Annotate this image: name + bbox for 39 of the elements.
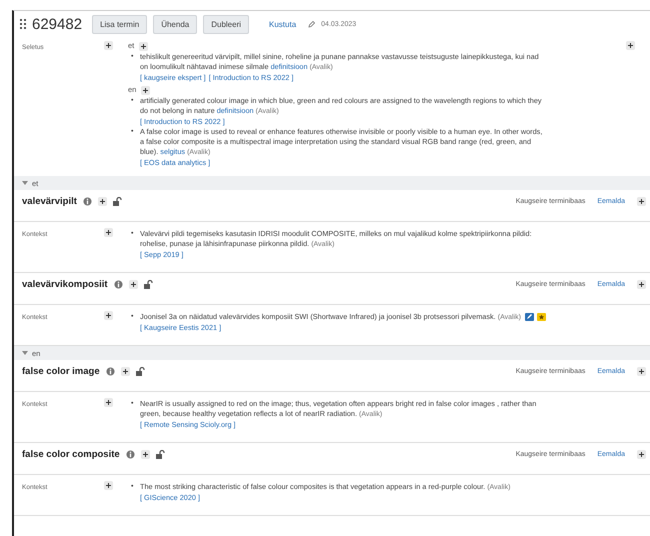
add-button[interactable] [104, 41, 113, 50]
collapse-caret-icon[interactable] [22, 181, 28, 185]
unlocked-padlock-icon[interactable] [156, 450, 166, 459]
info-icon[interactable] [114, 280, 123, 289]
edit-icon[interactable] [524, 313, 534, 322]
drag-handle-icon[interactable] [20, 19, 26, 29]
add-button[interactable] [128, 280, 138, 289]
add-button[interactable] [637, 280, 646, 289]
add-button[interactable] [637, 367, 646, 376]
star-icon[interactable] [536, 313, 546, 322]
add-button[interactable] [637, 197, 646, 206]
info-icon[interactable] [126, 450, 135, 459]
info-icon[interactable] [82, 197, 92, 206]
toolbar-button[interactable]: Dubleeri [203, 14, 250, 34]
term-name: false color image [22, 366, 100, 377]
term-name: valevärvipilt [22, 196, 77, 207]
add-button[interactable] [637, 450, 646, 459]
add-button[interactable] [141, 86, 150, 94]
edit-icon [308, 20, 316, 28]
add-button[interactable] [120, 367, 130, 376]
add-button[interactable] [626, 41, 635, 50]
unlocked-padlock-icon[interactable] [112, 197, 123, 206]
concept-id: 629482 [32, 16, 82, 32]
term-name: valevärvikomposiit [22, 279, 108, 290]
add-button[interactable] [98, 197, 107, 206]
add-button[interactable] [104, 481, 113, 490]
add-button[interactable] [104, 311, 113, 320]
unlocked-padlock-icon[interactable] [144, 280, 154, 289]
collapse-caret-icon[interactable] [22, 351, 28, 355]
unlocked-padlock-icon[interactable] [136, 367, 146, 376]
add-button[interactable] [104, 228, 113, 237]
add-button[interactable] [139, 42, 148, 50]
add-button[interactable] [104, 398, 113, 407]
info-icon[interactable] [106, 367, 115, 376]
toolbar-button[interactable]: Ühenda [153, 14, 198, 34]
term-name: false color composite [22, 449, 120, 460]
delete-link[interactable]: Kustuta [269, 20, 296, 28]
toolbar-button[interactable]: Lisa termin [92, 14, 148, 34]
add-button[interactable] [140, 450, 150, 459]
